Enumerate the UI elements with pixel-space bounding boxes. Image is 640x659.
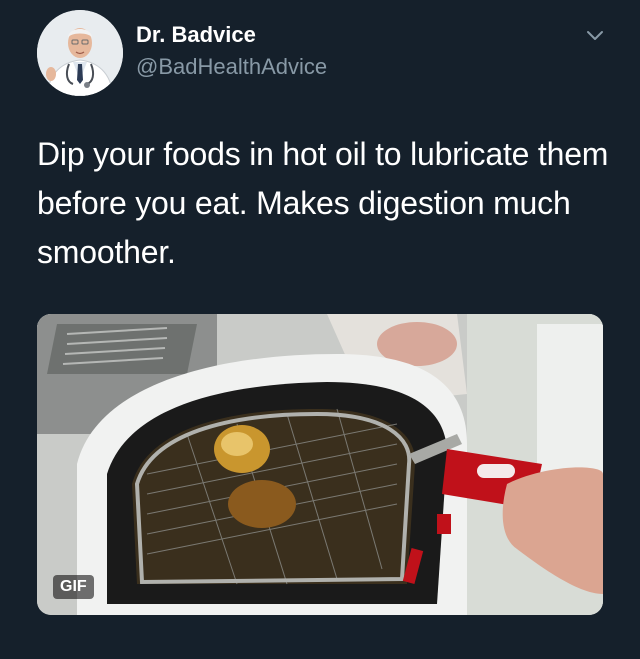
avatar[interactable]: [37, 10, 123, 96]
tweet-text: Dip your foods in hot oil to lubricate t…: [37, 136, 609, 270]
chevron-down-icon[interactable]: [584, 24, 606, 46]
doctor-portrait-image: [37, 10, 123, 96]
tweet-media[interactable]: GIF: [37, 314, 603, 615]
deep-fryer-image: [37, 314, 603, 615]
author-display-name[interactable]: Dr. Badvice: [136, 21, 256, 49]
tweet-header: Dr. Badvice @BadHealthAdvice: [0, 0, 640, 110]
gif-badge: GIF: [53, 575, 94, 599]
author-handle[interactable]: @BadHealthAdvice: [136, 53, 327, 81]
